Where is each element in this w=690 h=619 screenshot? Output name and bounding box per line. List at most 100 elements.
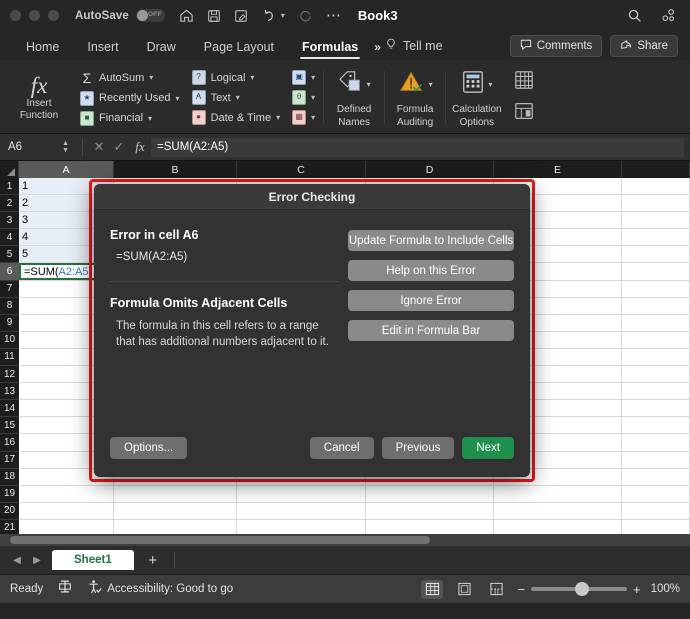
- zoom-in-button[interactable]: +: [633, 582, 641, 597]
- insert-function-icon[interactable]: fx: [129, 139, 151, 155]
- tab-home[interactable]: Home: [12, 40, 73, 60]
- cell-F1[interactable]: [622, 178, 690, 194]
- chevron-down-icon[interactable]: ▾: [276, 113, 280, 122]
- undo-icon[interactable]: [261, 8, 276, 23]
- cell-F3[interactable]: [622, 212, 690, 228]
- cell-C20[interactable]: [237, 503, 366, 519]
- options-button[interactable]: Options...: [110, 437, 187, 459]
- chevron-down-icon[interactable]: ▾: [176, 94, 180, 103]
- cell-F15[interactable]: [622, 417, 690, 433]
- chevron-down-icon[interactable]: ▾: [311, 93, 315, 102]
- zoom-out-button[interactable]: −: [517, 582, 525, 597]
- sheet-tab-sheet1[interactable]: Sheet1: [52, 550, 134, 570]
- cell-B21[interactable]: [114, 520, 237, 534]
- cell-C21[interactable]: [237, 520, 366, 534]
- row-header-2[interactable]: 2: [0, 195, 19, 212]
- row-header-20[interactable]: 20: [0, 503, 19, 520]
- column-header-f[interactable]: [622, 161, 690, 178]
- row-header-15[interactable]: 15: [0, 417, 19, 434]
- tell-me-button[interactable]: Tell me: [385, 38, 443, 60]
- column-header-d[interactable]: D: [366, 161, 494, 178]
- cell-F7[interactable]: [622, 281, 690, 297]
- row-header-7[interactable]: 7: [0, 281, 19, 298]
- row-header-8[interactable]: 8: [0, 298, 19, 315]
- previous-button[interactable]: Previous: [382, 437, 455, 459]
- chevron-down-icon[interactable]: ▾: [311, 73, 315, 82]
- formula-auditing-button[interactable]: ▾ Formula Auditing: [387, 62, 443, 133]
- name-box[interactable]: A6: [0, 141, 62, 153]
- zoom-slider[interactable]: − +: [517, 582, 640, 597]
- lookup-button[interactable]: ▣ ▾: [292, 70, 315, 85]
- cell-F14[interactable]: [622, 400, 690, 416]
- tab-draw[interactable]: Draw: [133, 40, 190, 60]
- zoom-slider-knob[interactable]: [575, 582, 589, 596]
- row-header-6[interactable]: 6: [0, 263, 19, 280]
- math-button[interactable]: θ ▾: [292, 90, 315, 105]
- tab-formulas[interactable]: Formulas: [288, 40, 372, 60]
- row-header-3[interactable]: 3: [0, 212, 19, 229]
- cell-F20[interactable]: [622, 503, 690, 519]
- cell-D21[interactable]: [366, 520, 494, 534]
- row-header-12[interactable]: 12: [0, 366, 19, 383]
- cell-F21[interactable]: [622, 520, 690, 534]
- search-icon[interactable]: [627, 8, 642, 23]
- column-header-a[interactable]: A: [19, 161, 114, 178]
- row-header-14[interactable]: 14: [0, 400, 19, 417]
- cell-F8[interactable]: [622, 298, 690, 314]
- calculate-sheet-icon[interactable]: [514, 101, 534, 126]
- select-all-corner[interactable]: [0, 161, 19, 178]
- row-header-10[interactable]: 10: [0, 332, 19, 349]
- row-header-17[interactable]: 17: [0, 452, 19, 469]
- cell-F5[interactable]: [622, 246, 690, 262]
- maximize-window-button[interactable]: [48, 10, 59, 21]
- row-header-1[interactable]: 1: [0, 178, 19, 195]
- cell-A21[interactable]: [19, 520, 114, 534]
- text-button[interactable]: A Text ▾: [192, 90, 281, 105]
- update-formula-button[interactable]: Update Formula to Include Cells: [348, 230, 514, 251]
- cell-F13[interactable]: [622, 383, 690, 399]
- ignore-error-button[interactable]: Ignore Error: [348, 290, 514, 311]
- name-box-stepper[interactable]: ▲ ▼: [62, 141, 76, 154]
- cell-F2[interactable]: [622, 195, 690, 211]
- cell-F9[interactable]: [622, 315, 690, 331]
- cell-F12[interactable]: [622, 366, 690, 382]
- cell-F11[interactable]: [622, 349, 690, 365]
- undo-dropdown-icon[interactable]: ▾: [281, 11, 285, 20]
- cell-D20[interactable]: [366, 503, 494, 519]
- help-on-error-button[interactable]: Help on this Error: [348, 260, 514, 281]
- row-header-16[interactable]: 16: [0, 434, 19, 451]
- cell-A19[interactable]: [19, 486, 114, 502]
- row-header-21[interactable]: 21: [0, 520, 19, 534]
- zoom-level-label[interactable]: 100%: [651, 583, 680, 595]
- cell-F17[interactable]: [622, 452, 690, 468]
- more-commands-icon[interactable]: ⋯: [326, 13, 342, 19]
- next-button[interactable]: Next: [462, 437, 514, 459]
- arrow-left-icon[interactable]: ◀: [8, 555, 26, 566]
- page-layout-icon[interactable]: [453, 580, 475, 599]
- formula-input[interactable]: =SUM(A2:A5): [151, 138, 684, 157]
- chevron-down-icon[interactable]: ▾: [149, 73, 153, 82]
- cell-F16[interactable]: [622, 434, 690, 450]
- row-header-11[interactable]: 11: [0, 349, 19, 366]
- logical-button[interactable]: ? Logical ▾: [192, 70, 281, 85]
- column-header-e[interactable]: E: [494, 161, 622, 178]
- cell-C19[interactable]: [237, 486, 366, 502]
- autosave-toggle[interactable]: OFF: [136, 9, 165, 22]
- share-button[interactable]: Share: [610, 35, 678, 57]
- row-header-5[interactable]: 5: [0, 246, 19, 263]
- collaborate-icon[interactable]: [660, 8, 676, 23]
- row-header-19[interactable]: 19: [0, 486, 19, 503]
- cell-B20[interactable]: [114, 503, 237, 519]
- chevron-down-icon[interactable]: ▾: [250, 73, 254, 82]
- insert-function-button[interactable]: fx Insert Function: [12, 75, 66, 121]
- cell-B19[interactable]: [114, 486, 237, 502]
- horizontal-scrollbar[interactable]: [0, 534, 690, 546]
- cell-E19[interactable]: [494, 486, 622, 502]
- chevron-down-icon[interactable]: ▾: [488, 80, 492, 89]
- defined-names-button[interactable]: ▾ Defined Names: [326, 62, 382, 133]
- home-icon[interactable]: [179, 8, 194, 23]
- cell-E21[interactable]: [494, 520, 622, 534]
- add-sheet-button[interactable]: +: [140, 552, 166, 569]
- comments-button[interactable]: Comments: [510, 35, 603, 57]
- tab-page-layout[interactable]: Page Layout: [190, 40, 288, 60]
